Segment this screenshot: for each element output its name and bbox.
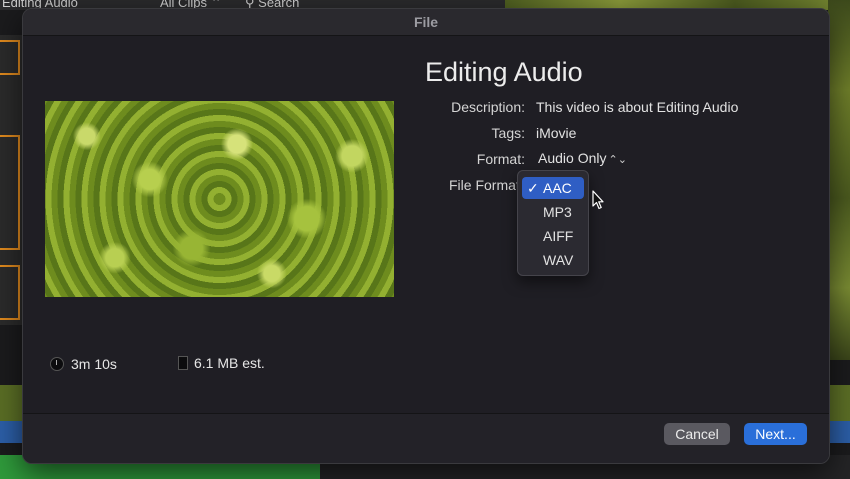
size-value: 6.1 MB est.: [194, 355, 265, 371]
chevron-updown-icon: ⌃⌄: [608, 154, 627, 166]
background-clip-browser: [0, 35, 22, 325]
file-format-menu[interactable]: ✓ AAC MP3 AIFF WAV: [517, 170, 589, 276]
background-viewer-edge: [828, 0, 850, 360]
dialog-title: File: [413, 14, 439, 30]
file-icon: [178, 356, 188, 370]
menu-item-aiff[interactable]: AIFF: [522, 225, 584, 247]
format-popup-value: Audio Only: [538, 150, 607, 166]
dialog-titlebar: File: [23, 9, 829, 36]
duration-value: 3m 10s: [71, 356, 117, 372]
description-field[interactable]: This video is about Editing Audio: [536, 99, 738, 115]
tags-label: Tags:: [491, 125, 525, 141]
project-title[interactable]: Editing Audio: [425, 57, 583, 88]
tags-field[interactable]: iMovie: [536, 125, 576, 141]
clock-icon: [50, 357, 64, 371]
clip-thumbnail[interactable]: [0, 265, 20, 320]
size-info: 6.1 MB est.: [178, 355, 265, 371]
clip-thumbnail[interactable]: [0, 135, 20, 250]
mouse-pointer-icon: [592, 190, 604, 210]
file-format-label: File Format:: [449, 177, 517, 193]
duration-info: 3m 10s: [50, 356, 117, 372]
cancel-button[interactable]: Cancel: [664, 423, 730, 445]
share-file-dialog: File Editing Audio Description: This vid…: [22, 8, 830, 464]
menu-item-wav[interactable]: WAV: [522, 249, 584, 271]
format-label: Format:: [476, 151, 525, 167]
checkmark-icon: ✓: [527, 180, 539, 196]
clip-thumbnail[interactable]: [0, 40, 20, 75]
format-popup[interactable]: Audio Only ⌃⌄: [538, 150, 627, 166]
file-format-row: File Format:: [449, 177, 517, 195]
menu-item-mp3[interactable]: MP3: [522, 201, 584, 223]
video-thumbnail: [45, 101, 394, 297]
description-label: Description:: [451, 99, 525, 115]
next-button[interactable]: Next...: [744, 423, 807, 445]
menu-item-aac[interactable]: ✓ AAC: [522, 177, 584, 199]
